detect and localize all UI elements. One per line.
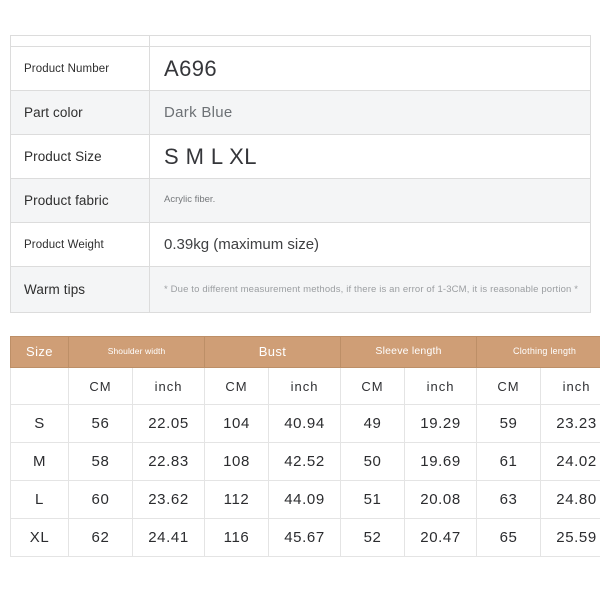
spec-value-part-color: Dark Blue xyxy=(149,90,591,135)
sleeve-cm: 50 xyxy=(340,442,406,481)
length-inch: 25.59 xyxy=(540,518,600,557)
size-label: L xyxy=(10,480,69,519)
bust-inch: 42.52 xyxy=(268,442,342,481)
size-chart-group-header: Size Shoulder width Bust Sleeve length C… xyxy=(10,336,600,368)
spec-label-warm-tips: Warm tips xyxy=(10,266,150,313)
table-row: Part color Dark Blue xyxy=(10,90,591,135)
size-label: M xyxy=(10,442,69,481)
shoulder-cm: 60 xyxy=(68,480,133,519)
unit-cell-length-cm: CM xyxy=(476,367,542,405)
length-inch: 23.23 xyxy=(540,404,600,443)
shoulder-cm: 56 xyxy=(68,404,133,443)
sleeve-cm: 52 xyxy=(340,518,406,557)
size-label: S xyxy=(10,404,69,443)
spec-clipped-value-cell xyxy=(149,35,591,47)
table-row: Product fabric Acrylic fiber. xyxy=(10,178,591,223)
shoulder-inch: 24.41 xyxy=(131,518,206,557)
table-row: L 60 23.62 112 44.09 51 20.08 63 24.80 xyxy=(10,480,600,519)
spec-value-product-number: A696 xyxy=(149,46,591,91)
length-cm: 65 xyxy=(476,518,542,557)
unit-cell-bust-cm: CM xyxy=(204,367,270,405)
spec-value-warm-tips: * Due to different measurement methods, … xyxy=(149,266,591,313)
table-row: M 58 22.83 108 42.52 50 19.69 61 24.02 xyxy=(10,442,600,481)
product-specification-table: Product Number A696 Part color Dark Blue… xyxy=(10,35,591,313)
shoulder-inch: 22.05 xyxy=(131,404,206,443)
shoulder-inch: 22.83 xyxy=(131,442,206,481)
shoulder-cm: 58 xyxy=(68,442,133,481)
spec-value-product-size: S M L XL xyxy=(149,134,591,179)
unit-cell-bust-inch: inch xyxy=(268,367,342,405)
size-chart-header-clothing-length: Clothing length xyxy=(476,336,600,368)
spec-clipped-label-cell xyxy=(10,35,150,47)
table-row: Product Weight 0.39kg (maximum size) xyxy=(10,222,591,267)
length-cm: 59 xyxy=(476,404,542,443)
bust-cm: 116 xyxy=(204,518,270,557)
shoulder-inch: 23.62 xyxy=(131,480,206,519)
size-chart-header-size: Size xyxy=(10,336,69,368)
table-row: Product Number A696 xyxy=(10,46,591,91)
table-row: XL 62 24.41 116 45.67 52 20.47 65 25.59 xyxy=(10,518,600,557)
spec-label-product-weight: Product Weight xyxy=(10,222,150,267)
spec-label-product-fabric: Product fabric xyxy=(10,178,150,223)
sleeve-cm: 49 xyxy=(340,404,406,443)
length-cm: 63 xyxy=(476,480,542,519)
unit-cell-sleeve-inch: inch xyxy=(404,367,478,405)
table-row: Warm tips * Due to different measurement… xyxy=(10,266,591,313)
sleeve-cm: 51 xyxy=(340,480,406,519)
size-chart-header-row: Size Shoulder width Bust Sleeve length C… xyxy=(10,336,600,368)
table-row: S 56 22.05 104 40.94 49 19.29 59 23.23 xyxy=(10,404,600,443)
sleeve-inch: 20.47 xyxy=(404,518,478,557)
spec-row-clipped xyxy=(10,35,591,47)
unit-cell-shoulder-cm: CM xyxy=(68,367,133,405)
size-chart-header-bust: Bust xyxy=(204,336,342,368)
unit-cell-length-inch: inch xyxy=(540,367,600,405)
length-cm: 61 xyxy=(476,442,542,481)
size-chart-unit-row: CM inch CM inch CM inch CM inch xyxy=(10,367,600,405)
bust-inch: 45.67 xyxy=(268,518,342,557)
spec-label-part-color: Part color xyxy=(10,90,150,135)
spec-label-product-size: Product Size xyxy=(10,134,150,179)
bust-cm: 104 xyxy=(204,404,270,443)
bust-inch: 44.09 xyxy=(268,480,342,519)
shoulder-cm: 62 xyxy=(68,518,133,557)
unit-cell-shoulder-inch: inch xyxy=(131,367,206,405)
bust-inch: 40.94 xyxy=(268,404,342,443)
size-chart-header-sleeve-length: Sleeve length xyxy=(340,336,478,368)
size-chart-table: Size Shoulder width Bust Sleeve length C… xyxy=(10,336,600,557)
spec-value-product-weight: 0.39kg (maximum size) xyxy=(149,222,591,267)
size-chart-header-shoulder-width: Shoulder width xyxy=(67,336,206,368)
sleeve-inch: 20.08 xyxy=(404,480,478,519)
size-label: XL xyxy=(10,518,69,557)
bust-cm: 108 xyxy=(204,442,270,481)
length-inch: 24.02 xyxy=(540,442,600,481)
unit-cell-blank xyxy=(10,367,69,405)
spec-value-product-fabric: Acrylic fiber. xyxy=(149,178,591,223)
unit-cell-sleeve-cm: CM xyxy=(340,367,406,405)
sleeve-inch: 19.29 xyxy=(404,404,478,443)
table-row: Product Size S M L XL xyxy=(10,134,591,179)
length-inch: 24.80 xyxy=(540,480,600,519)
spec-label-product-number: Product Number xyxy=(10,46,150,91)
bust-cm: 112 xyxy=(204,480,270,519)
sleeve-inch: 19.69 xyxy=(404,442,478,481)
